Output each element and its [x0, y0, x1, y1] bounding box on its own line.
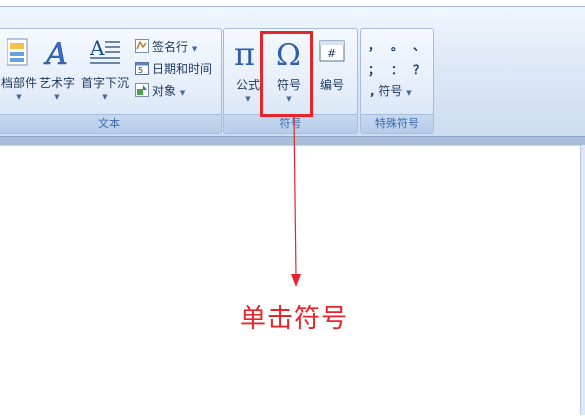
svg-text:5: 5 [138, 66, 143, 75]
special-symbols-group-label: 特殊符号 [361, 114, 433, 133]
signature-line-label: 签名行 [152, 40, 189, 54]
drop-cap-button[interactable]: A 首字下沉 ▼ [81, 36, 130, 101]
document-page[interactable] [0, 145, 580, 416]
special-symbol-cell[interactable]: 、 [413, 37, 425, 54]
chevron-down-icon: ▼ [102, 93, 108, 101]
date-time-button[interactable]: 5 日期和时间 [135, 59, 212, 79]
svg-text:A: A [43, 37, 68, 67]
special-symbol-cell[interactable]: ， [368, 37, 380, 54]
wordart-icon: A [43, 37, 68, 73]
object-icon [135, 83, 149, 97]
ribbon: 档部件 ▼ A 艺术字 ▼ A 首字下沉 ▼ 签名行 ▼ 5 日期和时间 对象 … [0, 0, 585, 137]
signature-line-icon [135, 39, 149, 53]
special-symbol-cell[interactable]: ： [391, 61, 403, 78]
object-label: 对象 [152, 84, 177, 98]
quick-parts-icon [6, 38, 28, 66]
chevron-down-icon: ▼ [179, 89, 186, 97]
vertical-scrollbar[interactable] [580, 145, 585, 415]
special-symbols-group: ， 。 、 ； ： ？ , 符号 ▼ 特殊符号 [360, 28, 434, 134]
special-symbol-dropdown-label: 符号 [378, 84, 403, 98]
comma-icon: , [370, 84, 375, 98]
symbol-highlight-box [260, 31, 313, 117]
wordart-button[interactable]: A 艺术字 ▼ [35, 37, 79, 101]
text-group-label: 文本 [0, 114, 221, 133]
svg-text:A: A [89, 37, 105, 60]
drop-cap-icon: A [89, 36, 120, 64]
drop-cap-label: 首字下沉 [81, 76, 130, 90]
number-icon: # [319, 40, 345, 62]
date-time-label: 日期和时间 [152, 62, 213, 76]
wordart-label: 艺术字 [38, 76, 75, 90]
number-label: 编号 [319, 78, 344, 92]
special-symbol-cell[interactable]: 。 [391, 37, 403, 54]
document-background [0, 137, 585, 145]
signature-line-button[interactable]: 签名行 ▼ [135, 37, 197, 57]
chevron-down-icon: ▼ [191, 45, 198, 53]
annotation-text: 单击符号 [240, 304, 349, 334]
text-group: 档部件 ▼ A 艺术字 ▼ A 首字下沉 ▼ 签名行 ▼ 5 日期和时间 对象 … [0, 28, 222, 134]
chevron-down-icon: ▼ [54, 93, 60, 101]
svg-text:#: # [327, 47, 336, 60]
special-symbol-cell[interactable]: ？ [413, 61, 425, 78]
object-button[interactable]: 对象 ▼ [135, 81, 185, 101]
chevron-down-icon: ▼ [406, 89, 412, 97]
special-symbol-cell[interactable]: ； [368, 61, 380, 78]
number-button[interactable]: # 编号 [310, 37, 354, 93]
ribbon-top-strip [0, 0, 585, 7]
svg-text:π: π [234, 37, 255, 69]
special-symbol-dropdown[interactable]: , 符号 ▼ [370, 81, 412, 101]
calendar-icon: 5 [135, 62, 149, 75]
